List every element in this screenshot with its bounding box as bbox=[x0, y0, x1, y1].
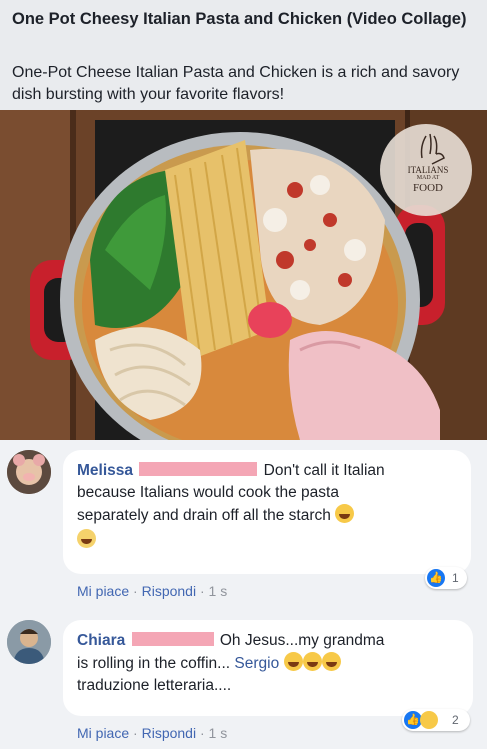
reaction-count: 1 bbox=[452, 571, 459, 585]
avatar[interactable] bbox=[7, 450, 51, 494]
comment-timestamp[interactable]: 1 s bbox=[209, 725, 228, 741]
post-title[interactable]: One Pot Cheesy Italian Pasta and Chicken… bbox=[12, 8, 477, 30]
user-photo-icon bbox=[7, 450, 51, 494]
laughing-reaction-icon bbox=[420, 711, 438, 729]
comment-actions: Mi piace · Rispondi · 1 s bbox=[77, 583, 228, 599]
comment-author[interactable]: Melissa bbox=[77, 462, 133, 479]
laughing-emoji-icon bbox=[335, 504, 355, 523]
comment-line: because Italians would cook the pasta bbox=[77, 484, 339, 501]
comment-text: Melissa Don't call it Italian because It… bbox=[77, 460, 467, 552]
reaction-count: 2 bbox=[452, 713, 459, 727]
watermark-line2: MAD AT bbox=[416, 175, 440, 181]
watermark-line3: FOOD bbox=[413, 182, 443, 194]
comment-line: traduzione letteraria.... bbox=[77, 677, 232, 694]
like-link[interactable]: Mi piace bbox=[77, 583, 129, 599]
post-header: One Pot Cheesy Italian Pasta and Chicken… bbox=[0, 0, 487, 110]
laughing-emoji-icon bbox=[302, 652, 322, 671]
redaction-bar bbox=[131, 632, 214, 646]
comment-timestamp[interactable]: 1 s bbox=[209, 583, 228, 599]
thumbs-up-icon: 👍 bbox=[427, 569, 445, 587]
user-photo-icon bbox=[7, 620, 51, 664]
comment-line: is rolling in the coffin... bbox=[77, 655, 231, 672]
comment-line: Oh Jesus...my grandma bbox=[219, 632, 385, 649]
comment-actions: Mi piace · Rispondi · 1 s bbox=[77, 725, 228, 741]
laughing-emoji-icon bbox=[321, 652, 341, 671]
reply-link[interactable]: Rispondi bbox=[142, 583, 196, 599]
comments-section: Melissa Don't call it Italian because It… bbox=[0, 440, 487, 749]
post-photo[interactable]: ITALIANS MAD AT FOOD bbox=[0, 110, 487, 440]
avatar[interactable] bbox=[7, 620, 51, 664]
reaction-summary[interactable]: 👍 2 bbox=[402, 709, 470, 731]
comment-line: separately and drain off all the starch bbox=[77, 507, 331, 524]
like-link[interactable]: Mi piace bbox=[77, 725, 129, 741]
comment-text: Chiara Oh Jesus...my grandma is rolling … bbox=[77, 630, 467, 697]
watermark-logo: ITALIANS MAD AT FOOD bbox=[388, 165, 468, 194]
mention-link[interactable]: Sergio bbox=[234, 655, 279, 672]
thinking-emoji-icon bbox=[77, 529, 96, 548]
hand-gesture-icon bbox=[420, 133, 445, 165]
post-description: One-Pot Cheese Italian Pasta and Chicken… bbox=[12, 64, 460, 103]
reply-link[interactable]: Rispondi bbox=[142, 725, 196, 741]
redaction-bar bbox=[139, 462, 258, 476]
comment-line: Don't call it Italian bbox=[263, 462, 385, 479]
comment-author[interactable]: Chiara bbox=[77, 632, 125, 649]
reaction-summary[interactable]: 👍 1 bbox=[425, 567, 467, 589]
laughing-emoji-icon bbox=[283, 652, 303, 671]
